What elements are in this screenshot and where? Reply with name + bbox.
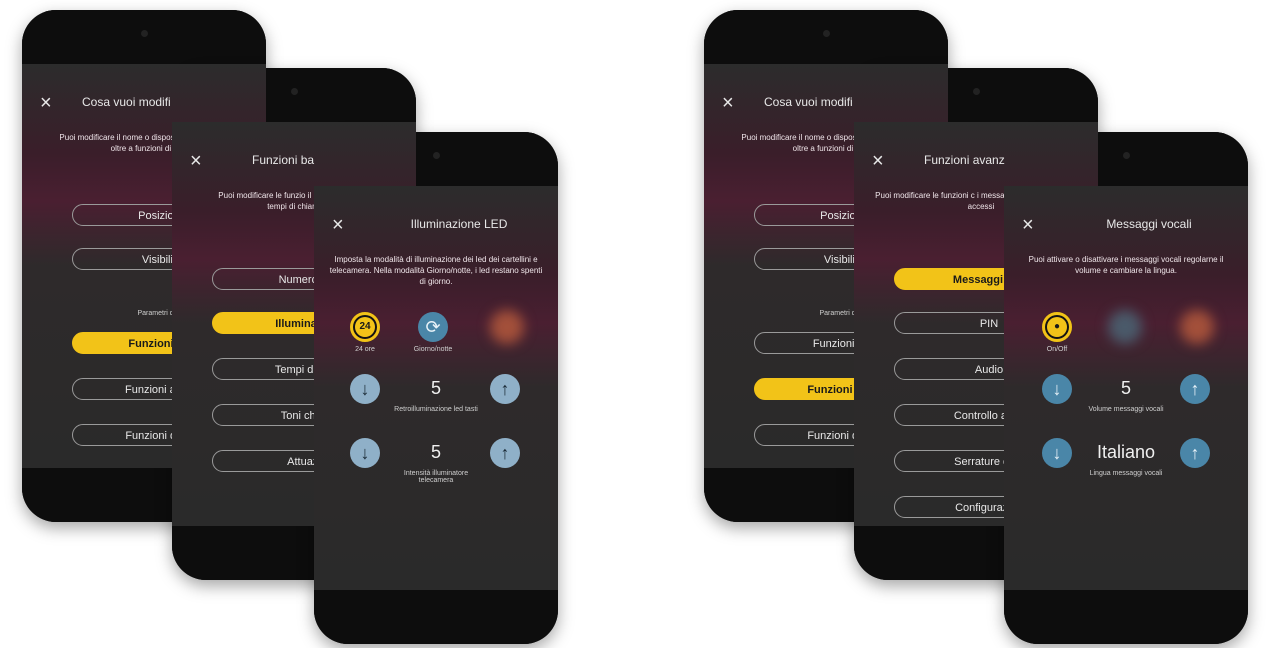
decrease-icon[interactable]: ↓ (350, 438, 380, 468)
mode-day-night-label: Giorno/notte (413, 346, 453, 353)
phone-left-3: × Illuminazione LED Imposta la modalità … (314, 132, 558, 644)
mode-24h-icon[interactable]: 24 (350, 312, 380, 342)
close-icon[interactable]: × (40, 92, 52, 114)
camera-dot (433, 152, 440, 159)
language-label: Lingua messaggi vocali (1089, 470, 1163, 477)
mode-24h-label: 24 ore (355, 346, 375, 353)
backlight-value: 5 (430, 378, 441, 398)
increase-icon[interactable]: ↑ (1180, 438, 1210, 468)
close-icon[interactable]: × (190, 150, 202, 172)
close-icon[interactable]: × (332, 214, 344, 236)
decrease-icon[interactable]: ↓ (1042, 374, 1072, 404)
power-toggle-icon[interactable]: ● (1042, 312, 1072, 342)
page-title: Cosa vuoi modifi (764, 95, 853, 109)
camera-light-value: 5 (430, 442, 441, 462)
blurred-option (1180, 310, 1214, 344)
sync-icon[interactable]: ⟳ (418, 312, 448, 342)
blurred-option (1108, 310, 1142, 344)
page-title: Funzioni avanz (924, 153, 1005, 167)
camera-dot (973, 88, 980, 95)
increase-icon[interactable]: ↑ (1180, 374, 1210, 404)
camera-dot (291, 88, 298, 95)
screen: × Illuminazione LED Imposta la modalità … (314, 186, 558, 590)
page-title: Funzioni ba (252, 153, 315, 167)
close-icon[interactable]: × (722, 92, 734, 114)
page-title: Messaggi vocali (1106, 217, 1192, 231)
decrease-icon[interactable]: ↓ (350, 374, 380, 404)
description: Puoi attivare o disattivare i messaggi v… (1028, 255, 1224, 275)
page-title: Illuminazione LED (410, 217, 508, 231)
increase-icon[interactable]: ↑ (490, 438, 520, 468)
camera-dot (141, 30, 148, 37)
page-title: Cosa vuoi modifi (82, 95, 171, 109)
volume-value: 5 (1120, 378, 1131, 398)
language-value: Italiano (1096, 442, 1156, 462)
increase-icon[interactable]: ↑ (490, 374, 520, 404)
camera-dot (823, 30, 830, 37)
volume-label: Volume messaggi vocali (1088, 406, 1164, 413)
close-icon[interactable]: × (872, 150, 884, 172)
phone-right-3: × Messaggi vocali Puoi attivare o disatt… (1004, 132, 1248, 644)
backlight-label: Retroilluminazione led tasti (394, 406, 478, 413)
camera-dot (1123, 152, 1130, 159)
decrease-icon[interactable]: ↓ (1042, 438, 1072, 468)
description: Imposta la modalità di illuminazione dei… (329, 255, 543, 286)
toggle-label: On/Off (1046, 346, 1068, 353)
close-icon[interactable]: × (1022, 214, 1034, 236)
screen: × Messaggi vocali Puoi attivare o disatt… (1004, 186, 1248, 590)
blurred-option (490, 310, 524, 344)
camera-light-label: Intensità illuminatore telecamera (403, 470, 469, 484)
